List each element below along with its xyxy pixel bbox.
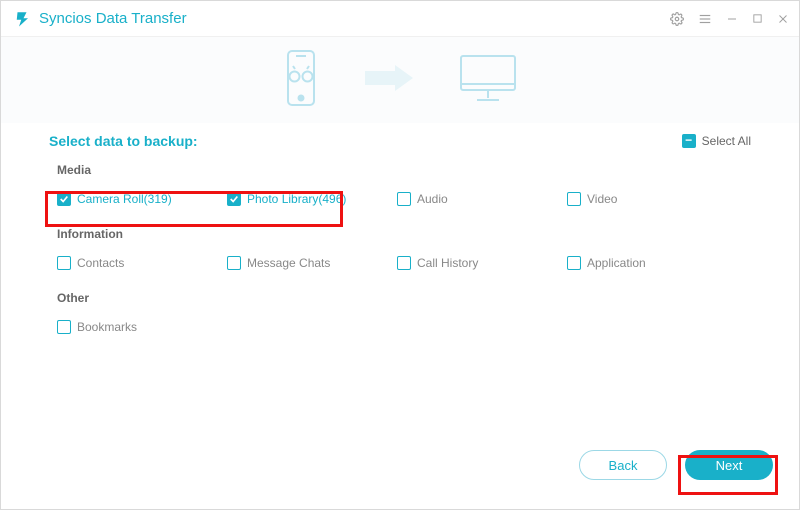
option-video[interactable]: Video <box>567 192 737 206</box>
app-logo-icon <box>13 10 31 28</box>
footer: Back Next <box>1 439 799 509</box>
checkbox-bookmarks[interactable] <box>57 320 71 334</box>
checkbox-video[interactable] <box>567 192 581 206</box>
back-button[interactable]: Back <box>579 450 667 480</box>
row-information: Contacts Message Chats Call History Appl… <box>49 247 751 279</box>
app-title: Syncios Data Transfer <box>39 10 187 27</box>
phone-android-icon <box>281 49 321 112</box>
label-message-chats: Message Chats <box>247 256 330 270</box>
next-button[interactable]: Next <box>685 450 773 480</box>
section-header-information: Information <box>57 227 751 241</box>
close-icon[interactable] <box>777 13 789 25</box>
title-bar: Syncios Data Transfer <box>1 1 799 37</box>
option-photo-library[interactable]: Photo Library(496) <box>227 192 397 206</box>
window-controls <box>670 12 789 26</box>
option-message-chats[interactable]: Message Chats <box>227 256 397 270</box>
option-bookmarks[interactable]: Bookmarks <box>57 320 227 334</box>
menu-icon[interactable] <box>698 12 712 26</box>
app-window: Syncios Data Transfer <box>0 0 800 510</box>
option-audio[interactable]: Audio <box>397 192 567 206</box>
option-contacts[interactable]: Contacts <box>57 256 227 270</box>
checkbox-audio[interactable] <box>397 192 411 206</box>
label-application: Application <box>587 256 646 270</box>
gear-icon[interactable] <box>670 12 684 26</box>
content-area: Select data to backup: − Select All Medi… <box>1 123 799 439</box>
checkbox-call-history[interactable] <box>397 256 411 270</box>
option-application[interactable]: Application <box>567 256 737 270</box>
checkbox-photo-library[interactable] <box>227 192 241 206</box>
option-camera-roll[interactable]: Camera Roll(319) <box>57 192 227 206</box>
select-all-label: Select All <box>702 134 751 148</box>
label-video: Video <box>587 192 617 206</box>
label-bookmarks: Bookmarks <box>77 320 137 334</box>
checkbox-camera-roll[interactable] <box>57 192 71 206</box>
monitor-icon <box>457 52 519 109</box>
minimize-icon[interactable] <box>726 13 738 25</box>
prompt-row: Select data to backup: − Select All <box>49 133 751 149</box>
select-all-checkbox-partial[interactable]: − <box>682 134 696 148</box>
back-button-label: Back <box>609 458 638 473</box>
checkbox-message-chats[interactable] <box>227 256 241 270</box>
checkbox-contacts[interactable] <box>57 256 71 270</box>
device-flow-row <box>1 37 799 123</box>
arrow-right-icon <box>361 63 417 98</box>
section-header-other: Other <box>57 291 751 305</box>
next-button-label: Next <box>716 458 743 473</box>
select-data-prompt: Select data to backup: <box>49 133 198 149</box>
label-contacts: Contacts <box>77 256 124 270</box>
label-photo-library: Photo Library(496) <box>247 192 346 206</box>
row-other: Bookmarks <box>49 311 751 343</box>
label-call-history: Call History <box>417 256 478 270</box>
section-header-media: Media <box>57 163 751 177</box>
label-camera-roll: Camera Roll(319) <box>77 192 172 206</box>
option-call-history[interactable]: Call History <box>397 256 567 270</box>
checkbox-application[interactable] <box>567 256 581 270</box>
row-media: Camera Roll(319) Photo Library(496) Audi… <box>49 183 751 215</box>
select-all-control[interactable]: − Select All <box>682 134 751 148</box>
label-audio: Audio <box>417 192 448 206</box>
maximize-icon[interactable] <box>752 13 763 24</box>
